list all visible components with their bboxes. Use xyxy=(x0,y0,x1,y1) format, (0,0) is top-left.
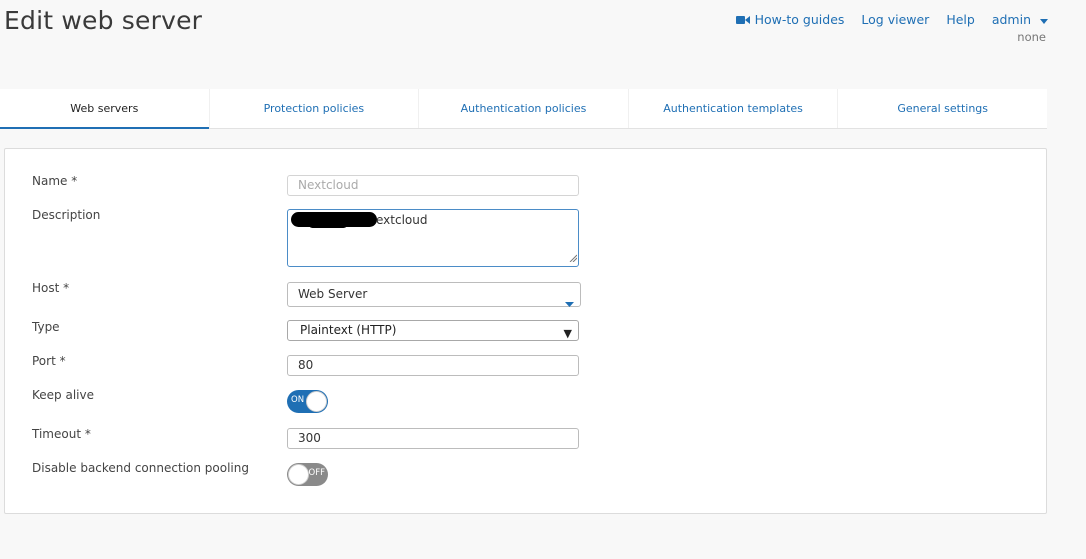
host-label: Host * xyxy=(32,281,70,295)
tab-authentication-templates[interactable]: Authentication templates xyxy=(629,89,839,128)
top-navigation: How-to guides Log viewer Help admin none xyxy=(735,12,1048,44)
disable-pooling-toggle[interactable]: OFF xyxy=(287,463,328,486)
description-value: extcloud xyxy=(376,213,428,227)
host-value: Web Server xyxy=(298,287,368,301)
name-input[interactable]: Nextcloud xyxy=(287,175,579,196)
toggle-knob xyxy=(288,464,309,485)
video-camera-icon xyxy=(735,15,750,25)
tab-protection-policies[interactable]: Protection policies xyxy=(210,89,420,128)
description-textarea[interactable]: extcloud xyxy=(287,209,579,267)
caret-down-icon xyxy=(1040,12,1048,27)
page-title: Edit web server xyxy=(4,6,203,35)
timeout-input[interactable]: 300 xyxy=(287,428,579,449)
admin-menu[interactable]: admin none xyxy=(991,12,1048,44)
keep-alive-toggle[interactable]: ON xyxy=(287,390,328,413)
tab-general-settings[interactable]: General settings xyxy=(838,89,1047,128)
dropdown-arrow-icon: ▼ xyxy=(563,327,572,340)
resize-grip-icon[interactable] xyxy=(569,251,578,265)
log-viewer-link[interactable]: Log viewer xyxy=(861,12,929,27)
redaction-mark xyxy=(308,219,348,228)
tab-web-servers[interactable]: Web servers xyxy=(0,89,210,129)
tab-bar: Web servers Protection policies Authenti… xyxy=(0,89,1047,129)
type-value: Plaintext (HTTP) xyxy=(300,323,397,337)
web-server-form: Name * Nextcloud Description extcloud Ho… xyxy=(4,148,1047,514)
host-select[interactable]: Web Server xyxy=(287,282,581,307)
name-label: Name * xyxy=(32,174,78,188)
toggle-state-text: OFF xyxy=(308,468,325,478)
admin-label: admin xyxy=(991,12,1031,27)
timeout-label: Timeout * xyxy=(32,427,91,441)
description-label: Description xyxy=(32,208,101,222)
toggle-state-text: ON xyxy=(291,395,305,405)
type-select[interactable]: Plaintext (HTTP) ▼ xyxy=(287,320,579,341)
keep-alive-label: Keep alive xyxy=(32,388,94,402)
help-link[interactable]: Help xyxy=(946,12,975,27)
chevron-down-icon xyxy=(565,292,574,315)
type-label: Type xyxy=(32,320,60,334)
howto-guides-link[interactable]: How-to guides xyxy=(735,12,845,27)
admin-subtitle: none xyxy=(1017,30,1046,44)
toggle-knob xyxy=(306,391,327,412)
port-label: Port * xyxy=(32,354,66,368)
disable-pooling-label: Disable backend connection pooling xyxy=(32,461,249,475)
port-input[interactable]: 80 xyxy=(287,355,579,376)
tab-authentication-policies[interactable]: Authentication policies xyxy=(419,89,629,128)
howto-guides-label: How-to guides xyxy=(754,12,845,27)
